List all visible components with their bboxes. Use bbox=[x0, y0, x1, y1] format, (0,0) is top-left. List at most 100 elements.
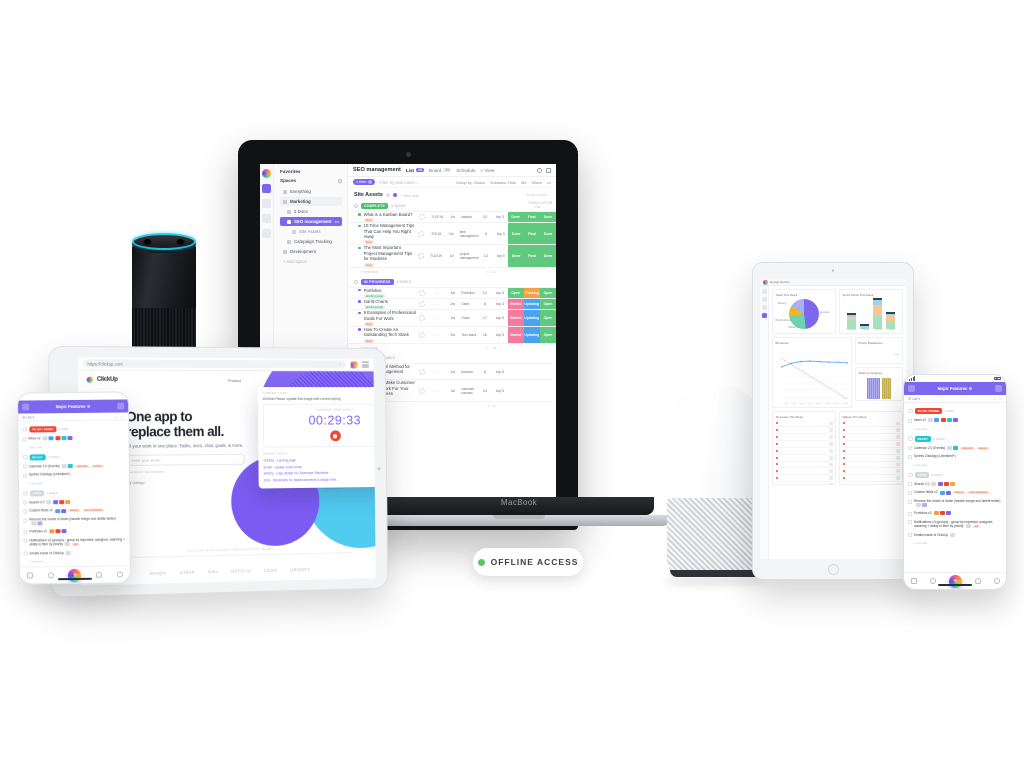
table-row[interactable]: Portfolios landing page - 1w Portfolios … bbox=[348, 286, 556, 298]
edit-cell[interactable]: Open bbox=[539, 287, 556, 298]
list-item[interactable]: Notifications v3 (groups) - group by imp… bbox=[908, 518, 1002, 531]
search-icon[interactable] bbox=[537, 167, 542, 173]
time-estimate-cell[interactable]: 1w bbox=[446, 370, 459, 374]
new-task-button[interactable]: + New task bbox=[24, 557, 126, 566]
card-burndown[interactable]: Burndown 6 Oct 7 Oct 8 Oct 9 Oct 10 Oct … bbox=[772, 337, 852, 408]
sidebar-item-more-icon[interactable]: ••• bbox=[335, 219, 339, 224]
new-task-button[interactable]: + New task bbox=[908, 425, 1002, 433]
new-task-button[interactable]: + New task bbox=[400, 193, 419, 198]
list-item[interactable]: Remove the model of death (handle merge … bbox=[23, 514, 125, 527]
goal-rank-cell[interactable]: top 3 bbox=[492, 302, 507, 306]
design-cell[interactable] bbox=[524, 380, 540, 401]
settings-icon[interactable] bbox=[117, 402, 125, 410]
list-item[interactable]: Portfolios v2 bbox=[908, 509, 1002, 518]
list-item[interactable] bbox=[842, 421, 900, 428]
email-field[interactable]: Enter your email... bbox=[126, 454, 245, 467]
task-name-cell[interactable]: Portfolios landing page bbox=[348, 288, 416, 298]
sidebar-item-docs[interactable]: 2 Docs bbox=[280, 207, 342, 216]
time-estimate-cell[interactable]: 1w bbox=[446, 215, 459, 219]
goal-rank-cell[interactable]: top 5 bbox=[492, 316, 507, 320]
table-row[interactable]: What is a Kanban Board? blog 7/12/19 1w … bbox=[348, 211, 556, 223]
home-icon[interactable] bbox=[27, 572, 34, 579]
task-checkbox[interactable] bbox=[23, 518, 28, 523]
list-item[interactable]: Remove the model of death (handle merge … bbox=[908, 497, 1002, 509]
show-closed-toggle[interactable]: Show closed bbox=[526, 193, 551, 197]
table-row[interactable]: Gantt Charts landing page - 2w Gantt 8 t… bbox=[348, 297, 556, 310]
task-tag[interactable]: feature bbox=[976, 446, 989, 450]
task-name-cell[interactable]: The Most Important Project Management Ti… bbox=[348, 245, 415, 267]
card-makoto-this-week[interactable]: Makoto This Week bbox=[839, 411, 903, 485]
keywords-cell[interactable]: Tech stack bbox=[459, 333, 477, 337]
mobile-group-header[interactable]: READY 2 TASKS bbox=[908, 435, 1002, 442]
author-cell[interactable] bbox=[416, 214, 428, 221]
task-name-cell[interactable]: 9 Examples of Professional Goals For Wor… bbox=[348, 310, 416, 326]
current-rank-cell[interactable]: 8 bbox=[478, 232, 493, 236]
add-view-button[interactable]: + View bbox=[480, 168, 494, 173]
task-checkbox[interactable] bbox=[23, 509, 28, 514]
current-rank-cell[interactable]: 13 bbox=[477, 291, 492, 295]
list-item[interactable] bbox=[775, 421, 833, 428]
select-all-checkbox[interactable] bbox=[354, 203, 358, 208]
share-button[interactable]: Share bbox=[532, 180, 542, 185]
new-task-button[interactable]: + New task bbox=[908, 461, 1002, 469]
design-cell[interactable]: Final bbox=[524, 245, 541, 267]
list-item[interactable]: Search 2.0 bbox=[908, 480, 1002, 489]
list-item[interactable]: Calendar 2.0 (Events) calendar feature bbox=[908, 444, 1002, 453]
current-rank-cell[interactable]: 16 bbox=[477, 333, 492, 337]
keywords-cell[interactable]: Gantt bbox=[459, 302, 477, 306]
card-tasks-by-assignee[interactable]: Tasks by Assignee bbox=[854, 367, 903, 401]
edit-cell[interactable]: Done bbox=[539, 212, 556, 223]
task-tag[interactable]: calendar bbox=[960, 446, 975, 450]
card-tasks-this-week[interactable]: Tasks This Week Miguel A. Alexander A. H… bbox=[772, 289, 836, 334]
task-checkbox[interactable] bbox=[22, 473, 27, 478]
column-header[interactable] bbox=[411, 201, 529, 209]
view-dropdown[interactable]: ☰ List ▾ bbox=[908, 397, 920, 401]
goal-rank-cell[interactable]: top 5 bbox=[493, 254, 508, 258]
filter-button[interactable]: 1 filter 1 bbox=[353, 179, 376, 185]
more-icon[interactable]: ··· bbox=[999, 397, 1002, 401]
time-estimate-cell[interactable]: 4d bbox=[446, 389, 459, 393]
subtasks-dropdown[interactable]: Subtasks: Hide bbox=[490, 180, 516, 185]
goal-rank-cell[interactable]: top 3 bbox=[492, 215, 507, 219]
design-cell[interactable]: Updating bbox=[523, 298, 540, 310]
task-checkbox[interactable] bbox=[908, 482, 912, 487]
group-settings-icon[interactable] bbox=[385, 193, 390, 197]
sidebar-item-everything[interactable]: Everything bbox=[280, 187, 342, 196]
list-item[interactable] bbox=[775, 455, 833, 462]
table-row[interactable]: The Most Important Project Management Ti… bbox=[348, 244, 556, 267]
list-item[interactable] bbox=[842, 434, 900, 442]
mobile-group-header[interactable]: READY 2 TASKS bbox=[22, 453, 125, 461]
edit-cell[interactable]: Open bbox=[539, 310, 556, 326]
group-checkbox[interactable] bbox=[908, 472, 913, 478]
search-input[interactable]: Filter by task name... bbox=[379, 180, 418, 185]
goal-rank-cell[interactable]: top 5 bbox=[492, 333, 507, 337]
group-checkbox[interactable] bbox=[22, 427, 27, 432]
task-checkbox[interactable] bbox=[908, 446, 912, 451]
task-checkbox[interactable] bbox=[23, 538, 28, 543]
author-cell[interactable] bbox=[416, 331, 428, 338]
clickup-logo-icon[interactable] bbox=[763, 279, 768, 285]
publication-date-cell[interactable]: - bbox=[428, 389, 446, 393]
sidebar-item-development[interactable]: Development bbox=[280, 247, 342, 256]
publication-date-cell[interactable]: - bbox=[428, 316, 446, 320]
menu-icon[interactable] bbox=[908, 385, 915, 392]
edit-cell[interactable]: Done bbox=[540, 245, 556, 267]
publication-date-cell[interactable]: - bbox=[428, 333, 446, 337]
group-checkbox[interactable] bbox=[908, 436, 913, 441]
publication-date-cell[interactable]: - bbox=[428, 302, 446, 306]
research-cell[interactable]: Started bbox=[507, 326, 524, 343]
publication-date-cell[interactable]: - bbox=[428, 291, 446, 295]
list-item[interactable] bbox=[775, 441, 833, 448]
publication-date-cell[interactable]: 7/12/19 bbox=[427, 254, 445, 258]
author-cell[interactable] bbox=[415, 230, 427, 237]
goal-rank-cell[interactable]: top 5 bbox=[492, 389, 507, 393]
list-item[interactable] bbox=[775, 462, 833, 469]
keywords-cell[interactable]: kanban bbox=[459, 215, 477, 219]
list-item[interactable] bbox=[775, 468, 833, 476]
task-checkbox[interactable] bbox=[908, 454, 912, 459]
list-item[interactable]: Sprints ClickApp (Unlimited+) bbox=[908, 452, 1002, 461]
group-checkbox[interactable] bbox=[22, 454, 28, 460]
research-cell[interactable]: Done bbox=[508, 223, 525, 245]
task-tag[interactable]: blog bbox=[364, 321, 374, 326]
task-checkbox[interactable] bbox=[22, 464, 27, 469]
